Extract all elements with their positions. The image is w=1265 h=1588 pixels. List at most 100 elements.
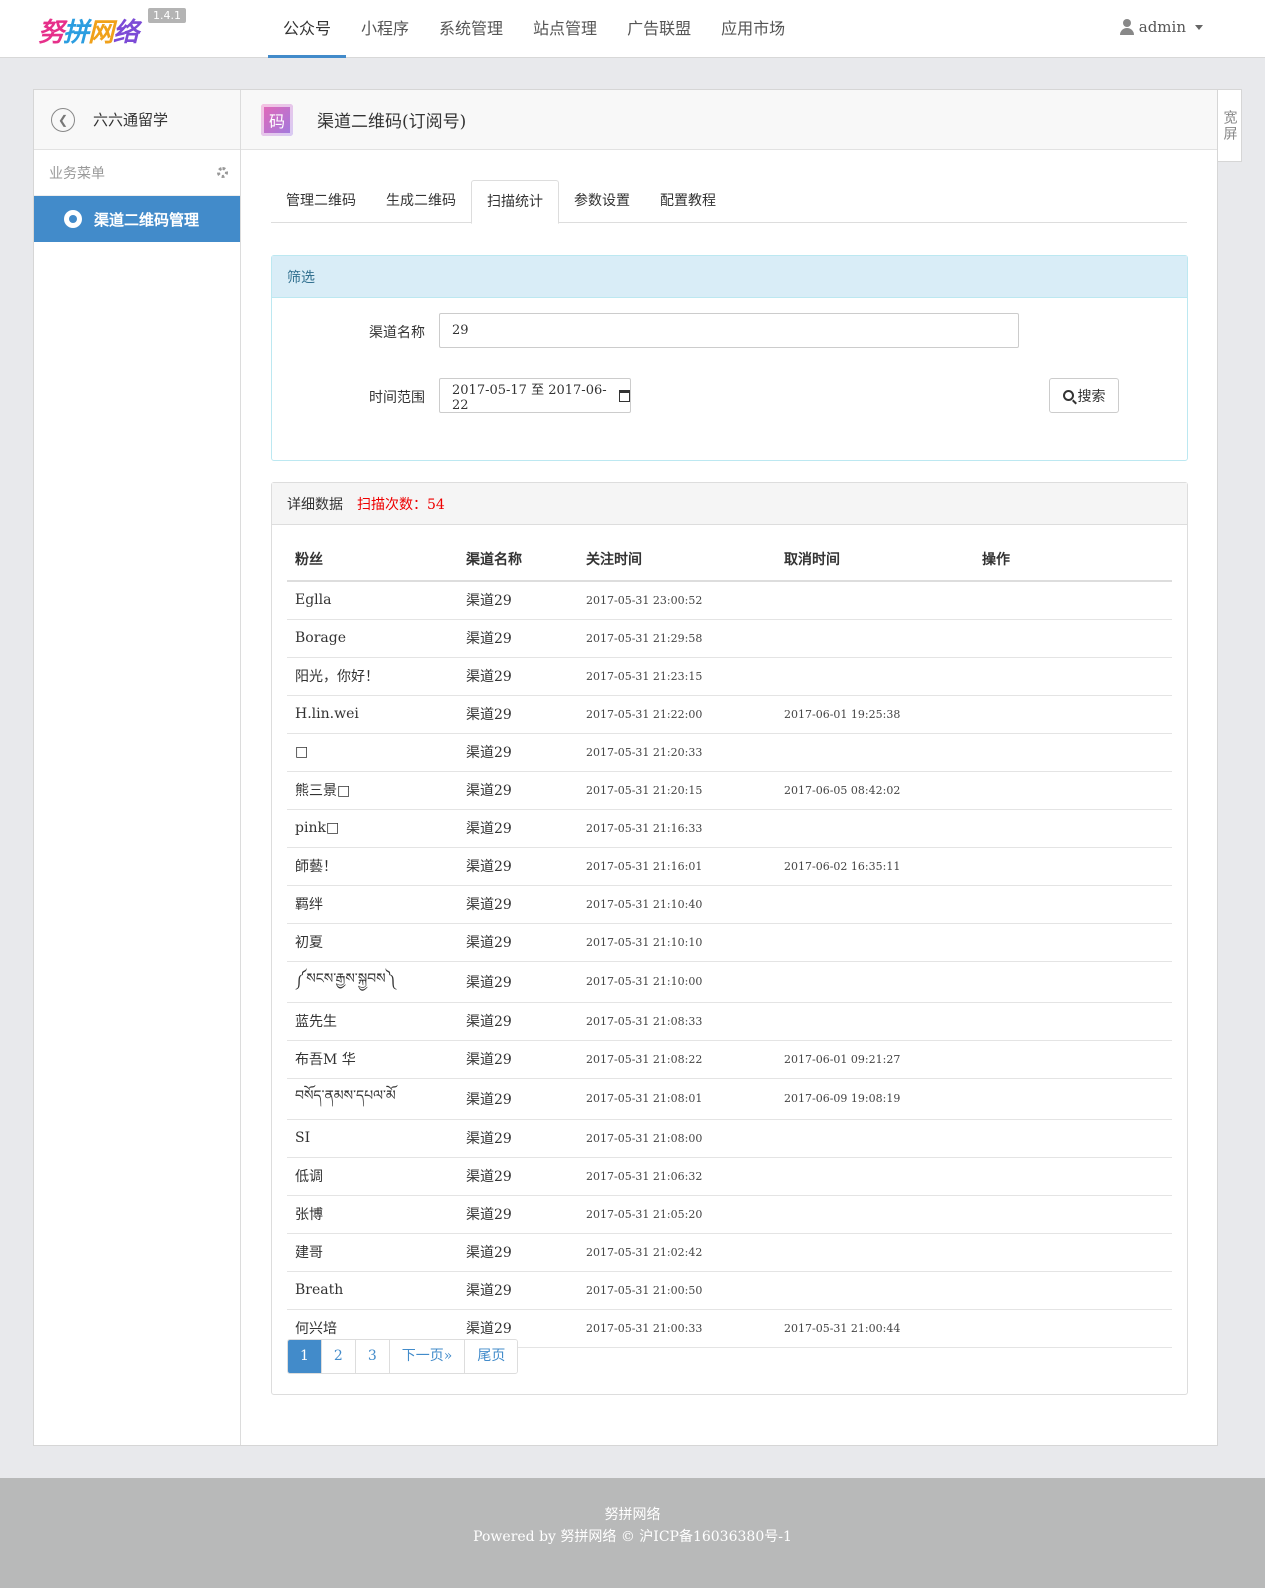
sidebar-item-label: 渠道二维码管理 [94, 210, 200, 229]
nav-item[interactable]: 系统管理 [424, 0, 518, 58]
channel-name: 渠道29 [458, 1157, 578, 1196]
scan-table: 粉丝 渠道名称 关注时间 取消时间 操作 Eglla 渠道29 2017-05-31… [287, 537, 1172, 1348]
table-row: □ 渠道29 2017-05-31 21:20:33 [287, 733, 1172, 772]
cancel-time [776, 1119, 974, 1158]
filter-panel: 筛选 渠道名称 29 时间范围 2017-05-17 至 2017-06-22 … [271, 255, 1188, 461]
table-row: 羁绊 渠道29 2017-05-31 21:10:40 [287, 885, 1172, 924]
page-button[interactable]: 1 [288, 1340, 322, 1373]
table-row: Borage 渠道29 2017-05-31 21:29:58 [287, 619, 1172, 658]
row-action [974, 1233, 1172, 1272]
table-row: 低调 渠道29 2017-05-31 21:06:32 [287, 1157, 1172, 1196]
fan-name: 阳光，你好！ [287, 657, 458, 696]
search-button[interactable]: 搜索 [1049, 378, 1119, 413]
gear-icon [64, 210, 82, 228]
back-icon[interactable]: ❮ [51, 107, 75, 132]
fan-name: 布吾M 华 [287, 1040, 458, 1079]
row-action [974, 1040, 1172, 1079]
tab[interactable]: 生成二维码 [371, 180, 471, 223]
col-channel: 渠道名称 [458, 537, 578, 582]
follow-time: 2017-05-31 21:20:33 [578, 733, 776, 772]
version-badge: 1.4.1 [148, 8, 186, 23]
tab[interactable]: 管理二维码 [271, 180, 371, 223]
logo-char: 络 [113, 18, 139, 48]
search-icon [1062, 390, 1074, 401]
cancel-time [776, 1157, 974, 1196]
logo[interactable]: 努拼网络 [38, 12, 139, 49]
menu-label-text: 业务菜单 [49, 165, 105, 182]
page-button[interactable]: 下一页» [389, 1340, 466, 1373]
fan-name: 蓝先生 [287, 1002, 458, 1041]
cancel-time: 2017-05-31 21:00:44 [776, 1309, 974, 1348]
follow-time: 2017-05-31 21:08:00 [578, 1119, 776, 1158]
fan-name: Eglla [287, 581, 458, 620]
follow-time: 2017-05-31 21:16:33 [578, 809, 776, 848]
follow-time: 2017-05-31 21:02:42 [578, 1233, 776, 1272]
cancel-time: 2017-06-01 19:25:38 [776, 695, 974, 734]
cancel-time [776, 657, 974, 696]
nav-item[interactable]: 公众号 [268, 0, 347, 58]
footer: 努拼网络 Powered by 努拼网络 © 沪ICP备16036380号-1 [0, 1478, 1265, 1588]
detail-panel: 详细数据 扫描次数：54 粉丝 渠道名称 关注时间 取消时间 操作 Eglla 渠… [271, 482, 1188, 1395]
row-action [974, 619, 1172, 658]
channel-name-input[interactable]: 29 [439, 313, 1019, 348]
row-action [974, 1157, 1172, 1196]
sidebar-item-channel-qr[interactable]: 渠道二维码管理 [34, 196, 240, 242]
table-row: pink□ 渠道29 2017-05-31 21:16:33 [287, 809, 1172, 848]
fan-name: □ [287, 733, 458, 772]
channel-name: 渠道29 [458, 1119, 578, 1158]
gear-icon[interactable] [217, 167, 228, 178]
time-range-input[interactable]: 2017-05-17 至 2017-06-22 [439, 378, 631, 413]
fan-name: Breath [287, 1271, 458, 1310]
channel-name: 渠道29 [458, 885, 578, 924]
row-action [974, 733, 1172, 772]
page-button[interactable]: 尾页 [465, 1340, 518, 1373]
page-title: 渠道二维码(订阅号) [317, 112, 467, 132]
fan-name: pink□ [287, 809, 458, 848]
nav-item[interactable]: 应用市场 [706, 0, 800, 58]
nav-item[interactable]: 广告联盟 [612, 0, 706, 58]
channel-name: 渠道29 [458, 1078, 578, 1120]
col-follow-time: 关注时间 [578, 537, 776, 582]
channel-name: 渠道29 [458, 1271, 578, 1310]
channel-name: 渠道29 [458, 1195, 578, 1234]
scan-count: 扫描次数：54 [357, 496, 445, 513]
follow-time: 2017-05-31 21:22:00 [578, 695, 776, 734]
cancel-time [776, 885, 974, 924]
channel-name: 渠道29 [458, 657, 578, 696]
widescreen-toggle[interactable]: 宽屏 [1217, 89, 1242, 162]
main-panel: ❮ 六六通留学 业务菜单 渠道二维码管理 码 渠道二维码(订阅号) 管理二维码生… [33, 89, 1218, 1446]
row-action [974, 961, 1172, 1003]
top-navbar: 努拼网络 1.4.1 公众号 小程序 系统管理 站点管理 广告联盟 应用市场 admin [0, 0, 1265, 58]
cancel-time [776, 923, 974, 962]
fan-name: 建哥 [287, 1233, 458, 1272]
cancel-time: 2017-06-09 19:08:19 [776, 1078, 974, 1120]
logo-char: 努 [38, 18, 64, 48]
table-row: 阳光，你好！ 渠道29 2017-05-31 21:23:15 [287, 657, 1172, 696]
tab[interactable]: 扫描统计 [471, 180, 559, 224]
channel-name: 渠道29 [458, 695, 578, 734]
filter-title: 筛选 [272, 256, 1187, 298]
follow-time: 2017-05-31 21:08:33 [578, 1002, 776, 1041]
channel-name: 渠道29 [458, 771, 578, 810]
page-button[interactable]: 2 [321, 1340, 356, 1373]
fan-name: 羁绊 [287, 885, 458, 924]
row-action [974, 771, 1172, 810]
cancel-time [776, 1002, 974, 1041]
follow-time: 2017-05-31 21:06:32 [578, 1157, 776, 1196]
row-action [974, 923, 1172, 962]
channel-name: 渠道29 [458, 733, 578, 772]
channel-name: 渠道29 [458, 809, 578, 848]
nav-item[interactable]: 小程序 [346, 0, 424, 58]
tab[interactable]: 配置教程 [645, 180, 731, 223]
table-row: ༼སངས་རྒྱས་སྐྱབས༽ 渠道29 2017-05-31 21:10:00 [287, 961, 1172, 1003]
tab[interactable]: 参数设置 [559, 180, 645, 223]
follow-time: 2017-05-31 23:00:52 [578, 581, 776, 620]
follow-time: 2017-05-31 21:08:22 [578, 1040, 776, 1079]
cancel-time [776, 619, 974, 658]
nav-item[interactable]: 站点管理 [518, 0, 612, 58]
row-action [974, 695, 1172, 734]
fan-name: 熊三景□ [287, 771, 458, 810]
user-menu[interactable]: admin [1119, 18, 1203, 36]
table-row: Breath 渠道29 2017-05-31 21:00:50 [287, 1271, 1172, 1310]
page-button[interactable]: 3 [355, 1340, 390, 1373]
